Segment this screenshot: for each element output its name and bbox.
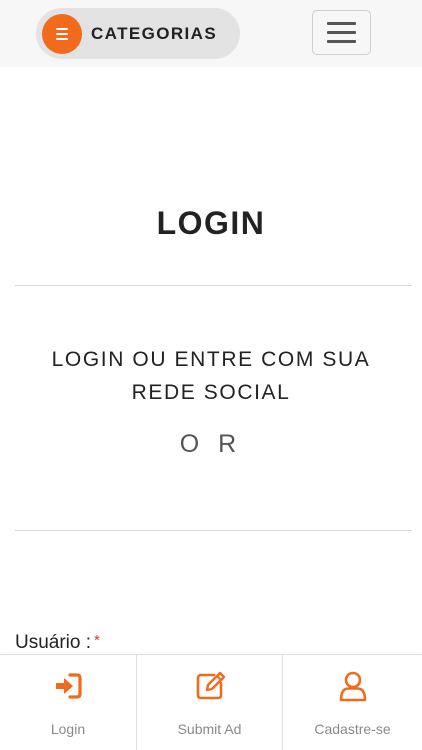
sign-in-icon <box>56 673 82 699</box>
username-label: Usuário : * <box>15 632 100 654</box>
nav-submit-ad-label: Submit Ad <box>177 721 242 737</box>
divider-bottom <box>15 530 412 531</box>
edit-icon <box>196 671 225 700</box>
menu-list-icon <box>42 13 82 54</box>
nav-login-label: Login <box>50 721 86 737</box>
hamburger-menu-button[interactable] <box>312 10 371 55</box>
nav-cadastre-label: Cadastre-se <box>314 721 391 737</box>
social-login-text: LOGIN OU ENTRE COM SUA REDE SOCIAL <box>51 348 371 404</box>
divider-top <box>15 285 412 286</box>
bottom-navigation: Login Submit Ad Cadastre-se <box>0 654 422 750</box>
nav-submit-ad[interactable]: Submit Ad <box>136 655 282 750</box>
or-separator: O R <box>179 430 243 458</box>
categories-button[interactable]: CATEGORIAS <box>36 8 240 59</box>
required-mark: * <box>94 632 100 649</box>
nav-cadastre[interactable]: Cadastre-se <box>282 655 422 750</box>
hamburger-menu-icon <box>327 22 356 25</box>
page-title: LOGIN <box>156 205 266 241</box>
categories-label: CATEGORIAS <box>91 23 218 43</box>
top-bar: CATEGORIAS <box>0 0 422 67</box>
user-icon <box>339 671 366 702</box>
username-label-text: Usuário : <box>15 632 92 653</box>
nav-login[interactable]: Login <box>0 655 136 750</box>
